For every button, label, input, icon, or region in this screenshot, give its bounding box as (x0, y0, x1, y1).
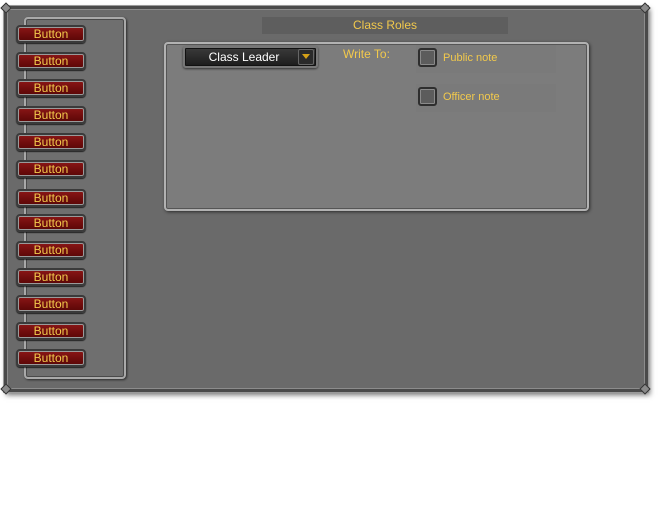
public-note-checkbox[interactable] (418, 48, 437, 67)
page-title: Class Roles (262, 17, 508, 34)
sidebar-button-11[interactable]: Button (16, 295, 86, 313)
sidebar-button-13[interactable]: Button (16, 349, 86, 367)
sidebar-button-12[interactable]: Button (16, 322, 86, 340)
role-dropdown-value: Class Leader (208, 50, 280, 64)
sidebar-button-10[interactable]: Button (16, 268, 86, 286)
public-note-option: Public note (416, 45, 556, 73)
sidebar-button-1[interactable]: Button (16, 25, 86, 43)
chevron-down-icon[interactable] (298, 49, 314, 65)
sidebar-button-9[interactable]: Button (16, 241, 86, 259)
write-to-label: Write To: (343, 47, 390, 61)
sidebar-button-2[interactable]: Button (16, 52, 86, 70)
officer-note-checkbox[interactable] (418, 87, 437, 106)
public-note-label: Public note (443, 52, 498, 64)
sidebar-button-6[interactable]: Button (16, 160, 86, 178)
sidebar-button-5[interactable]: Button (16, 133, 86, 151)
role-dropdown[interactable]: Class Leader (183, 46, 318, 68)
officer-note-label: Officer note (443, 91, 500, 103)
officer-note-option: Officer note (416, 84, 556, 112)
sidebar-button-8[interactable]: Button (16, 214, 86, 232)
sidebar-button-7[interactable]: Button (16, 189, 86, 207)
sidebar-button-4[interactable]: Button (16, 106, 86, 124)
sidebar-button-3[interactable]: Button (16, 79, 86, 97)
